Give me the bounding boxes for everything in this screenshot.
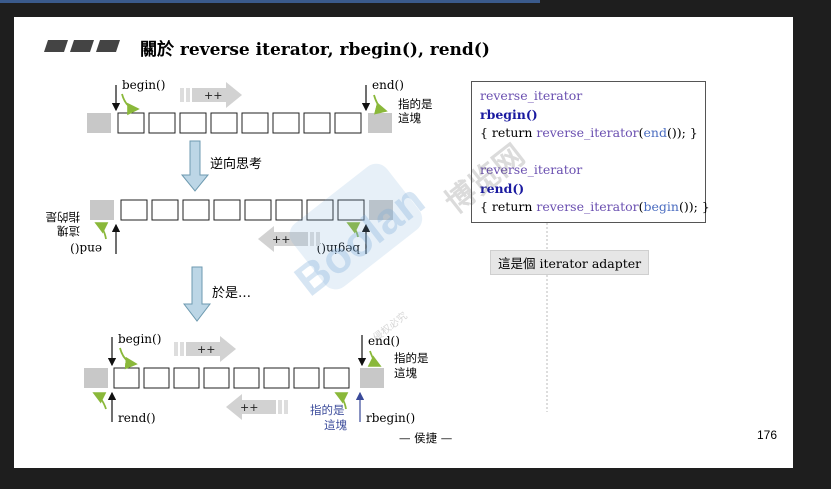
row3-plus-label: ++ (197, 343, 215, 356)
row3-points-to-2: 這塊 (394, 366, 417, 380)
row1-points-to-2: 這塊 (398, 111, 421, 125)
row1-increment-arrow: ++ (180, 82, 242, 108)
row3-points-to-3: 指的是 (310, 403, 345, 417)
row1-plus-label: ++ (204, 89, 222, 102)
step1-label: 逆向思考 (210, 156, 262, 172)
row1-end-label: end() (372, 78, 404, 92)
row3-begin-label: begin() (118, 332, 161, 346)
row3-increment-arrow: ++ (174, 336, 236, 362)
row3-rbegin-label: rbegin() (366, 411, 415, 425)
row1-begin-label: begin() (122, 78, 165, 92)
row1-end-green-arrow (373, 94, 388, 115)
row2-points-to-2-flipped: 這塊 (57, 224, 80, 238)
step2-label: 於是… (212, 285, 251, 301)
page-number: 176 (757, 428, 778, 442)
row2-end-green-arrow (94, 222, 109, 240)
code-rbegin-signature: rbegin() (480, 106, 538, 122)
row3-reverse-increment-arrow: ++ (226, 394, 288, 420)
code-rbegin-return-type: reverse_iterator (480, 88, 583, 103)
row2-points-to-1-flipped: 指的是 (45, 210, 80, 224)
step1-down-arrow (180, 140, 210, 192)
row3-points-to-4: 這塊 (324, 418, 347, 432)
row3-cells (84, 367, 384, 389)
row3-begin-green-arrow (119, 347, 138, 370)
footer-author: — 侯捷 — (399, 431, 453, 445)
row3-end-green-arrow (367, 350, 382, 367)
code-rend-body: { return reverse_iterator(begin()); } (480, 199, 710, 214)
row2-plus-label: ++ (272, 233, 290, 246)
row3-reverse-plus-label: ++ (240, 401, 258, 414)
row1-points-to-1: 指的是 (398, 97, 433, 111)
code-rend-signature: rend() (480, 180, 525, 196)
row1-begin-green-arrow (121, 93, 140, 116)
step2-down-arrow (182, 266, 212, 322)
row3-points-to-1: 指的是 (394, 351, 429, 365)
top-accent-bar (0, 0, 540, 3)
iterator-adapter-note: 這是個 iterator adapter (490, 250, 650, 275)
code-rbegin-body: { return reverse_iterator(end()); } (480, 125, 698, 140)
code-block-rbegin: reverse_iterator rbegin() { return rever… (480, 87, 698, 143)
row3-rend-green-arrow (92, 392, 107, 410)
row3-rend-label: rend() (118, 411, 156, 425)
row1-cells (87, 112, 392, 134)
row2-end-label-flipped: end() (70, 242, 102, 256)
slide: 關於 reverse iterator, rbegin(), rend() be… (14, 17, 793, 468)
